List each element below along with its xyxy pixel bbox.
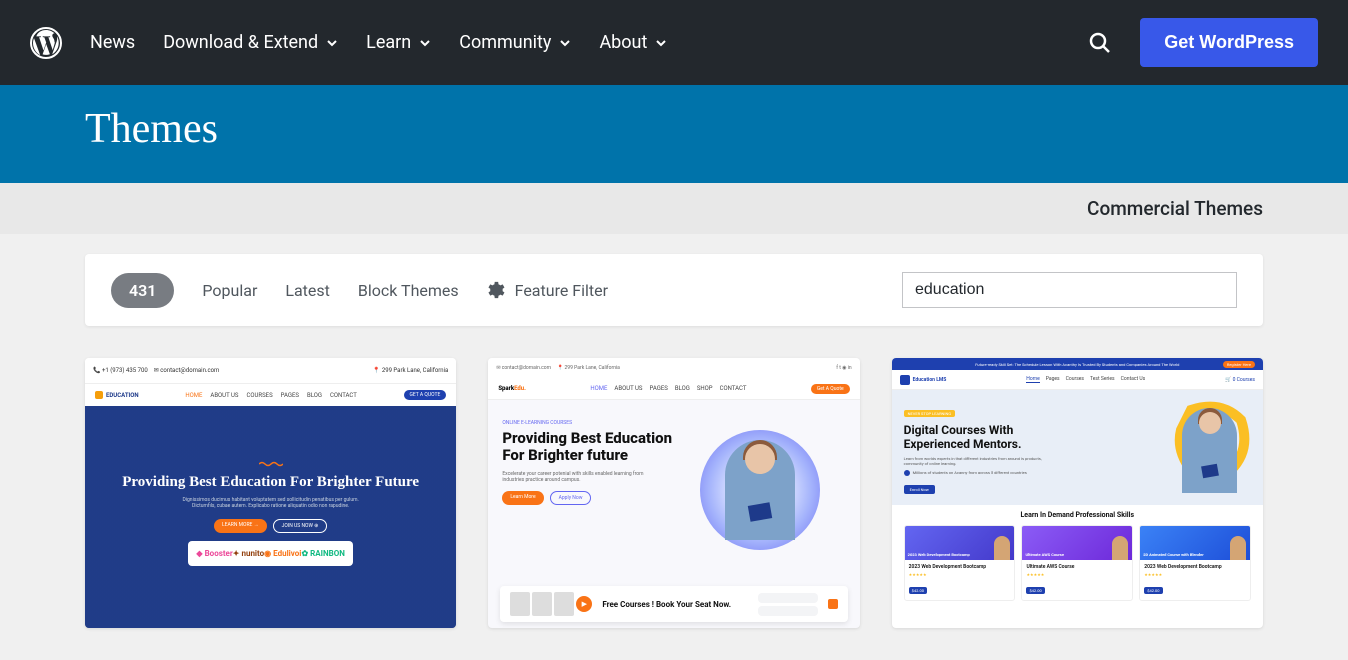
theme-card[interactable]: Future-ready Skill Set: The Schedule Les…	[892, 358, 1263, 628]
chevron-down-icon	[419, 37, 431, 49]
gear-icon	[487, 281, 505, 299]
theme-card[interactable]: ✉ contact@domain.com📍 299 Park Lane, Cal…	[488, 358, 859, 628]
top-nav-bar: News Download & Extend Learn Community A…	[0, 0, 1348, 85]
chevron-down-icon	[559, 37, 571, 49]
nav-community-label: Community	[459, 32, 551, 53]
nav-community[interactable]: Community	[459, 32, 571, 53]
nav-download[interactable]: Download & Extend	[163, 32, 338, 53]
theme-preview-section: Learn In Demand Professional Skills 2023…	[892, 505, 1263, 607]
nav-download-label: Download & Extend	[163, 32, 318, 53]
filter-block-themes[interactable]: Block Themes	[358, 281, 459, 300]
theme-preview-topbar: ✉ contact@domain.com📍 299 Park Lane, Cal…	[488, 358, 859, 378]
feature-filter-label: Feature Filter	[515, 281, 608, 300]
sub-bar: Commercial Themes	[0, 183, 1348, 234]
filter-popular[interactable]: Popular	[202, 281, 257, 300]
chevron-down-icon	[655, 37, 667, 49]
theme-preview-banner: Future-ready Skill Set: The Schedule Les…	[892, 358, 1263, 370]
get-wordpress-button[interactable]: Get WordPress	[1140, 18, 1318, 67]
search-icon[interactable]	[1088, 31, 1112, 55]
feature-filter-button[interactable]: Feature Filter	[487, 281, 608, 300]
nav-learn[interactable]: Learn	[366, 32, 431, 53]
theme-preview-topbar: 📞 +1 (973) 435 700✉ contact@domain.com📍 …	[85, 358, 456, 384]
theme-preview-footer-card: ▶ Free Courses ! Book Your Seat Now.	[500, 586, 847, 622]
page-title: Themes	[85, 105, 1263, 153]
commercial-themes-link[interactable]: Commercial Themes	[1087, 197, 1263, 220]
wordpress-logo-icon[interactable]	[30, 27, 62, 59]
nav-learn-label: Learn	[366, 32, 411, 53]
theme-preview-nav: EDUCATION HOMEABOUT USCOURSESPAGESBLOGCO…	[85, 384, 456, 406]
theme-card[interactable]: 📞 +1 (973) 435 700✉ contact@domain.com📍 …	[85, 358, 456, 628]
theme-preview-nav: Education LMS HomePagesCoursesTest Serie…	[892, 370, 1263, 390]
page-header: Themes	[0, 85, 1348, 183]
themes-grid: 📞 +1 (973) 435 700✉ contact@domain.com📍 …	[0, 326, 1348, 660]
chevron-down-icon	[326, 37, 338, 49]
filter-bar: 431 Popular Latest Block Themes Feature …	[85, 254, 1263, 326]
result-count-badge: 431	[111, 273, 174, 308]
nav-news-label: News	[90, 32, 135, 53]
nav-about-label: About	[599, 32, 647, 53]
theme-preview-hero: Providing Best Education For Brighter Fu…	[85, 406, 456, 628]
theme-preview-hero: NEVER STOP LEARNING Digital Courses With…	[892, 390, 1263, 505]
theme-preview-hero: ONLINE E-LEARNING COURSES Providing Best…	[488, 400, 859, 580]
nav-about[interactable]: About	[599, 32, 667, 53]
nav-news[interactable]: News	[90, 32, 135, 53]
nav-links: News Download & Extend Learn Community A…	[90, 32, 1060, 53]
theme-search-input[interactable]	[902, 272, 1237, 308]
theme-preview-nav: SparkEdu. HOMEABOUT USPAGESBLOGSHOPCONTA…	[488, 378, 859, 400]
filter-latest[interactable]: Latest	[285, 281, 330, 300]
